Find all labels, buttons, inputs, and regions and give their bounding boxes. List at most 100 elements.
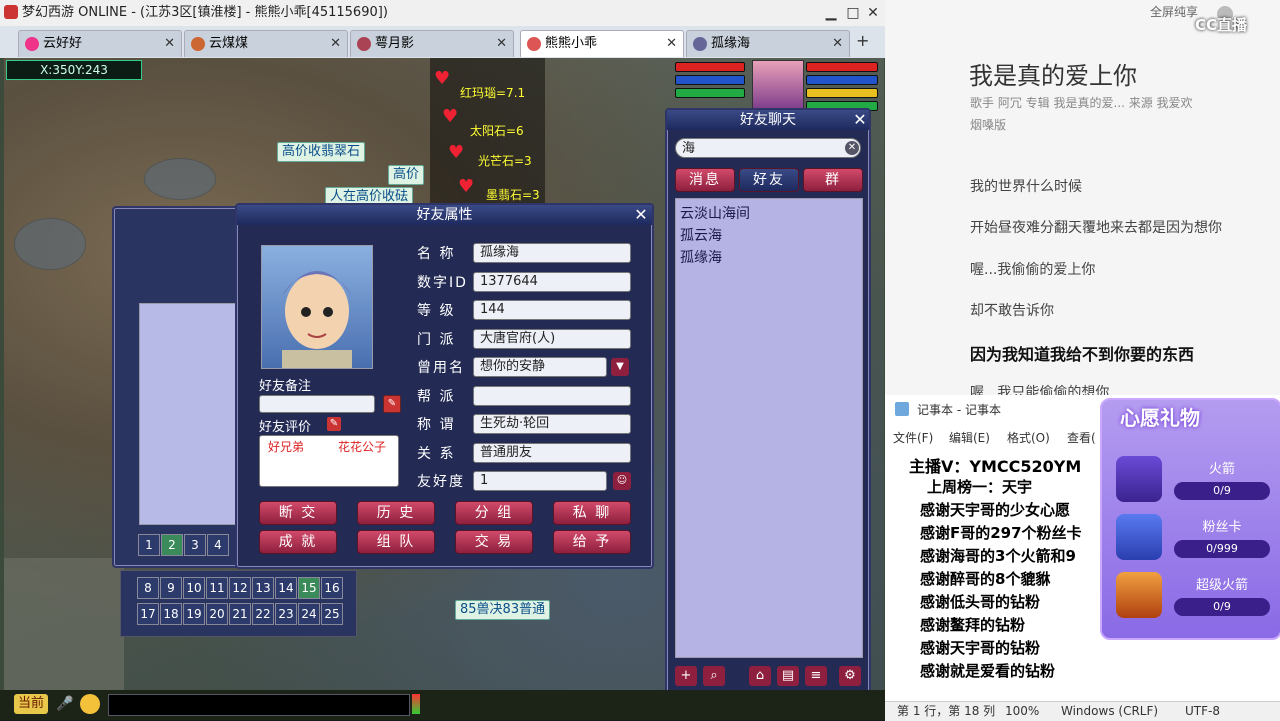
microphone-icon[interactable]: 🎤 (56, 694, 74, 714)
rocket-icon (1116, 456, 1162, 502)
friend-result-item[interactable]: 孤云海 (680, 225, 722, 245)
npc-name-tag[interactable]: 高价收翡翠石 (277, 142, 366, 162)
wish-item-progress: 0/9 (1174, 482, 1270, 500)
npc-name-tag[interactable]: 高价 (388, 165, 425, 185)
emoji-icon[interactable] (80, 694, 100, 714)
friend-avatar (261, 245, 373, 369)
chevron-down-icon[interactable]: ▼ (611, 358, 629, 376)
group-icon[interactable]: ⌂ (749, 666, 771, 686)
status-encoding: UTF-8 (1185, 704, 1220, 718)
window-titlebar: 梦幻西游 ONLINE - (江苏3区[镇淮楼] - 熊熊小乖[45115690… (0, 0, 885, 26)
friend-result-item[interactable]: 云淡山海间 (680, 203, 750, 223)
number-button[interactable]: 24 (298, 603, 320, 625)
tab-3[interactable]: 熊熊小乖 ✕ (520, 30, 684, 57)
chat-input[interactable] (108, 694, 410, 716)
heart-icon: ♥ (434, 68, 451, 89)
save-remark-icon[interactable]: ✎ (383, 395, 401, 413)
close-tab-icon[interactable]: ✕ (164, 31, 175, 57)
tab-friends[interactable]: 好友 (739, 168, 799, 192)
action-button[interactable]: 交 易 (455, 530, 533, 554)
number-button[interactable]: 8 (137, 577, 159, 599)
number-button[interactable]: 9 (160, 577, 182, 599)
number-button[interactable]: 11 (206, 577, 228, 599)
clear-search-icon[interactable]: ✕ (845, 141, 859, 155)
water-basin (14, 218, 86, 270)
close-icon[interactable]: ✕ (632, 206, 650, 224)
number-button[interactable]: 22 (252, 603, 274, 625)
tab-1[interactable]: 云煤煤 ✕ (184, 30, 348, 57)
menu-format[interactable]: 格式(O) (1007, 429, 1050, 446)
wish-item: 火箭 0/9 (1112, 452, 1272, 508)
close-tab-icon[interactable]: ✕ (496, 31, 507, 57)
page-button[interactable]: 4 (207, 534, 229, 556)
remark-input[interactable] (259, 395, 375, 413)
number-button[interactable]: 19 (183, 603, 205, 625)
close-tab-icon[interactable]: ✕ (330, 31, 341, 57)
page-button[interactable]: 1 (138, 534, 160, 556)
number-button[interactable]: 18 (160, 603, 182, 625)
search-icon[interactable]: ⌕ (703, 666, 725, 686)
tab-messages[interactable]: 消息 (675, 168, 735, 192)
action-button[interactable]: 历 史 (357, 501, 435, 525)
field-label: 关 系 (417, 445, 456, 462)
page-button[interactable]: 3 (184, 534, 206, 556)
list-icon[interactable]: ≡ (805, 666, 827, 686)
pet-status-bars (675, 62, 745, 98)
action-button[interactable]: 断 交 (259, 501, 337, 525)
minimize-button[interactable]: ▁ (820, 0, 842, 26)
number-button[interactable]: 23 (275, 603, 297, 625)
item-grid[interactable] (139, 303, 241, 525)
player-portrait[interactable] (752, 60, 804, 112)
npc-name-tag[interactable]: 85兽决83普通 (455, 600, 551, 620)
tab-groups[interactable]: 群 (803, 168, 863, 192)
number-button[interactable]: 15 (298, 577, 320, 599)
add-friend-icon[interactable]: + (675, 666, 697, 686)
friendship-info-icon[interactable]: ☺ (613, 472, 631, 490)
action-button[interactable]: 给 予 (553, 530, 631, 554)
number-button[interactable]: 21 (229, 603, 251, 625)
action-button[interactable]: 私 聊 (553, 501, 631, 525)
close-icon[interactable]: ✕ (851, 111, 869, 129)
text-line: 感谢海哥的3个火箭和9 (920, 547, 1076, 565)
tab-0[interactable]: 云好好 ✕ (18, 30, 182, 57)
lyric-line: 我的世界什么时候 (970, 179, 1082, 195)
hp-bar (806, 62, 878, 72)
friend-result-item[interactable]: 孤缘海 (680, 247, 722, 267)
tab-4[interactable]: 孤缘海 ✕ (686, 30, 850, 57)
number-button[interactable]: 25 (321, 603, 343, 625)
status-zoom: 100% (1005, 704, 1040, 718)
fullscreen-link[interactable]: 全屏纯享 (1150, 3, 1198, 20)
menu-file[interactable]: 文件(F) (893, 429, 933, 446)
number-button[interactable]: 12 (229, 577, 251, 599)
action-button[interactable]: 组 队 (357, 530, 435, 554)
friend-search-input[interactable]: 海 (675, 138, 861, 158)
history-icon[interactable]: ▤ (777, 666, 799, 686)
review-box[interactable]: 好兄弟 花花公子 (259, 435, 399, 487)
new-tab-button[interactable]: + (856, 32, 872, 50)
number-button[interactable]: 16 (321, 577, 343, 599)
number-button[interactable]: 10 (183, 577, 205, 599)
edit-review-icon[interactable]: ✎ (327, 417, 341, 431)
field-value: 1 (473, 471, 607, 491)
close-tab-icon[interactable]: ✕ (666, 31, 677, 57)
number-button[interactable]: 14 (275, 577, 297, 599)
action-button[interactable]: 分 组 (455, 501, 533, 525)
wish-gift-panel: 心愿礼物 火箭 0/9 粉丝卡 0/999 超级火箭 0/9 (1100, 398, 1280, 640)
number-button[interactable]: 20 (206, 603, 228, 625)
field-label: 称 谓 (417, 417, 456, 433)
maximize-button[interactable]: □ (842, 0, 864, 26)
number-button[interactable]: 17 (137, 603, 159, 625)
close-button[interactable]: ✕ (862, 0, 884, 26)
page-button[interactable]: 2 (161, 534, 183, 556)
close-tab-icon[interactable]: ✕ (832, 31, 843, 57)
tab-2[interactable]: 萼月影 ✕ (350, 30, 514, 57)
music-player-panel: 全屏纯享 CC直播 我是真的爱上你 歌手 阿冗 专辑 我是真的爱... 来源 我… (885, 0, 1280, 395)
menu-view[interactable]: 查看( (1067, 429, 1096, 446)
number-button[interactable]: 13 (252, 577, 274, 599)
chat-channel-button[interactable]: 当前 (14, 694, 48, 714)
action-button[interactable]: 成 就 (259, 530, 337, 554)
gear-icon[interactable]: ⚙ (839, 666, 861, 686)
menu-edit[interactable]: 编辑(E) (949, 429, 990, 446)
tab-bar: 云好好 ✕ 云煤煤 ✕ 萼月影 ✕ 熊熊小乖 ✕ 孤缘海 ✕ + (0, 26, 885, 58)
character-avatar-icon (527, 37, 541, 51)
